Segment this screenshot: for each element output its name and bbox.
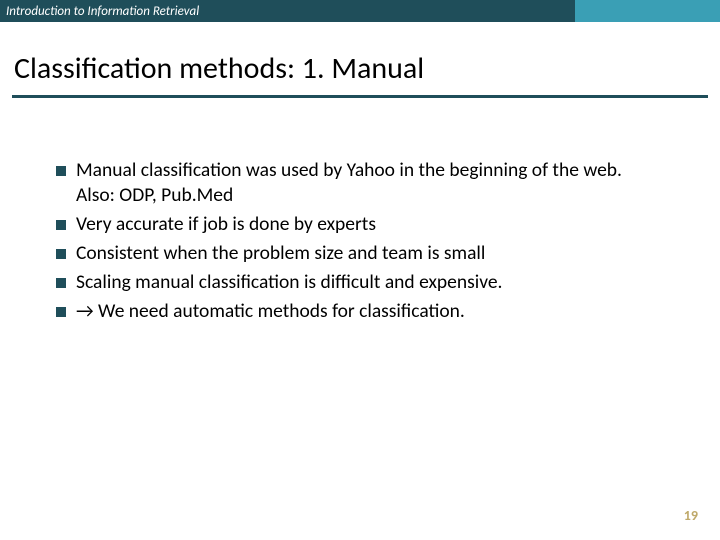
bullet-text: Manual classification was used by Yahoo …: [76, 158, 664, 208]
bullet-icon: [56, 220, 66, 230]
list-item: Manual classification was used by Yahoo …: [56, 158, 664, 208]
bullet-icon: [56, 249, 66, 259]
bullet-icon: [56, 307, 66, 317]
bullet-text: → We need automatic methods for classifi…: [76, 299, 465, 324]
bullet-icon: [56, 166, 66, 176]
bullet-text: Very accurate if job is done by experts: [76, 212, 376, 237]
header-light-segment: [575, 0, 720, 22]
list-item: Very accurate if job is done by experts: [56, 212, 664, 237]
list-item: Scaling manual classification is difficu…: [56, 270, 664, 295]
header-dark-segment: Introduction to Information Retrieval: [0, 0, 575, 22]
header-bar: Introduction to Information Retrieval: [0, 0, 720, 22]
list-item: Consistent when the problem size and tea…: [56, 241, 664, 266]
slide-title: Classification methods: 1. Manual: [14, 50, 706, 87]
bullet-list: Manual classification was used by Yahoo …: [56, 158, 664, 324]
content-area: Manual classification was used by Yahoo …: [0, 98, 720, 324]
bullet-text: Scaling manual classification is difficu…: [76, 270, 502, 295]
bullet-icon: [56, 278, 66, 288]
page-number: 19: [684, 507, 698, 524]
list-item: → We need automatic methods for classifi…: [56, 299, 664, 324]
title-area: Classification methods: 1. Manual: [0, 22, 720, 93]
course-title: Introduction to Information Retrieval: [6, 4, 199, 19]
bullet-text: Consistent when the problem size and tea…: [76, 241, 485, 266]
